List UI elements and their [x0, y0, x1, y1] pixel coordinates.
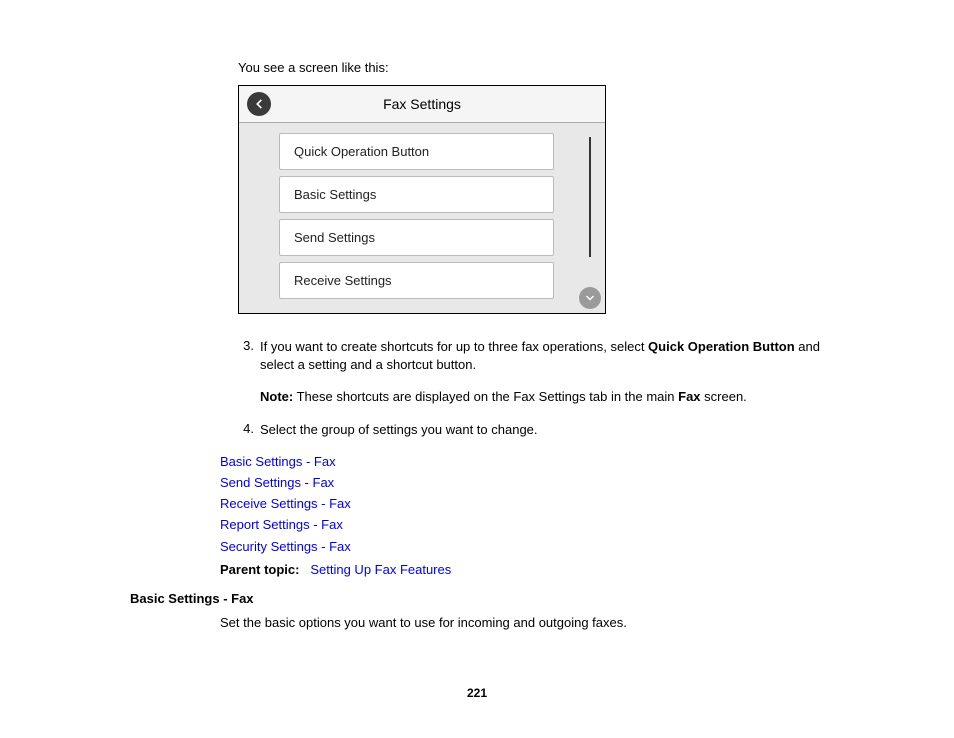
scroll-indicator: [589, 137, 591, 257]
menu-receive-settings: Receive Settings: [279, 262, 554, 299]
note-label: Note:: [260, 389, 293, 404]
step-3-pre: If you want to create shortcuts for up t…: [260, 339, 648, 354]
step-3-number: 3.: [238, 338, 260, 374]
menu-send-settings: Send Settings: [279, 219, 554, 256]
step-4-number: 4.: [238, 421, 260, 439]
note-block: Note: These shortcuts are displayed on t…: [260, 388, 854, 406]
step-3-bold: Quick Operation Button: [648, 339, 795, 354]
intro-text: You see a screen like this:: [238, 60, 854, 75]
parent-topic: Parent topic: Setting Up Fax Features: [220, 562, 854, 577]
menu-basic-settings: Basic Settings: [279, 176, 554, 213]
parent-topic-link[interactable]: Setting Up Fax Features: [310, 562, 451, 577]
link-send-settings[interactable]: Send Settings - Fax: [220, 474, 854, 492]
link-receive-settings[interactable]: Receive Settings - Fax: [220, 495, 854, 513]
step-3: 3. If you want to create shortcuts for u…: [238, 338, 854, 374]
note-post: screen.: [701, 389, 747, 404]
section-heading: Basic Settings - Fax: [130, 591, 854, 606]
link-security-settings[interactable]: Security Settings - Fax: [220, 538, 854, 556]
menu-quick-operation: Quick Operation Button: [279, 133, 554, 170]
section-body: Set the basic options you want to use fo…: [220, 614, 854, 632]
step-4: 4. Select the group of settings you want…: [238, 421, 854, 439]
scroll-down-icon: [579, 287, 601, 309]
step-4-text: Select the group of settings you want to…: [260, 421, 854, 439]
parent-topic-label: Parent topic:: [220, 562, 299, 577]
page-number: 221: [0, 686, 954, 700]
related-links: Basic Settings - Fax Send Settings - Fax…: [220, 453, 854, 556]
screenshot-header: Fax Settings: [239, 86, 605, 123]
note-pre: These shortcuts are displayed on the Fax…: [293, 389, 678, 404]
link-basic-settings[interactable]: Basic Settings - Fax: [220, 453, 854, 471]
back-icon: [247, 92, 271, 116]
screenshot-title: Fax Settings: [271, 96, 573, 112]
screenshot-frame: Fax Settings Quick Operation Button Basi…: [238, 85, 606, 314]
step-3-text: If you want to create shortcuts for up t…: [260, 338, 854, 374]
screenshot-body: Quick Operation Button Basic Settings Se…: [239, 123, 605, 313]
note-bold: Fax: [678, 389, 700, 404]
link-report-settings[interactable]: Report Settings - Fax: [220, 516, 854, 534]
